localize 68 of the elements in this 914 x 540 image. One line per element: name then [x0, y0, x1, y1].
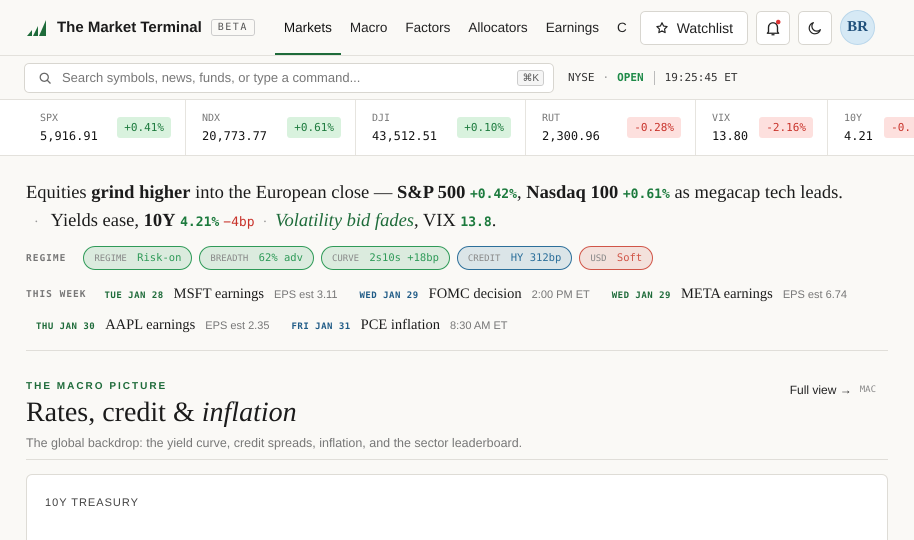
shortcut-key: ⌘K [517, 70, 544, 86]
ticker-symbol: DJI [372, 112, 392, 124]
market-status: OPEN [617, 71, 644, 84]
notifications-button[interactable] [756, 10, 790, 44]
event-detail: 2:00 PM ET [532, 289, 590, 301]
theme-toggle-button[interactable] [798, 10, 832, 44]
nav-tab[interactable]: C [608, 2, 636, 55]
event-detail: EPS est 3.11 [274, 289, 338, 301]
change-badge: +0.41% [117, 117, 171, 138]
beta-badge: BETA [210, 19, 255, 36]
event-title: PCE inflation [360, 317, 440, 334]
watchlist-button[interactable]: Watchlist [640, 10, 748, 44]
change-badge: -0.28% [627, 117, 681, 138]
event-date: WED JAN 29 [359, 291, 419, 301]
regime-chip: BREADTH 62% adv [199, 246, 314, 270]
nav-tab[interactable]: Allocators [459, 2, 537, 55]
full-view-link[interactable]: Full view → [790, 383, 852, 397]
event-title: FOMC decision [428, 286, 522, 303]
event-title: MSFT earnings [174, 286, 264, 303]
nav-tab[interactable]: Markets [274, 2, 341, 55]
event-date: THU JAN 30 [36, 322, 96, 332]
ticker-price: 2,300.96 [542, 128, 600, 142]
regime-chip: REGIME Risk-on [83, 246, 192, 270]
shortcut-key: MAC [860, 385, 876, 395]
regime-chip: USD Soft [579, 246, 654, 270]
event-date: TUE JAN 28 [104, 291, 164, 301]
ticker-symbol: NDX [202, 112, 222, 124]
event-detail: EPS est 6.74 [782, 289, 848, 301]
ticker-symbol: SPX [40, 112, 60, 124]
headline-text: Equities grind higher into the European close — S&P 500 +0.42%, Nasdaq 100 +0.61% as megacap tech leads. · Yields ease, 10Y 4.21% −4bp · Volatility bid fades, VIX 13.8. [26, 182, 844, 233]
star-icon [654, 20, 669, 34]
change-badge: -0. [884, 117, 914, 138]
ticker-price: 5,916.91 [40, 128, 98, 142]
nav-tab[interactable]: Macro [340, 2, 396, 55]
ticker-price: 43,512.51 [372, 128, 438, 142]
event-detail: EPS est 2.35 [205, 320, 270, 332]
event-title: META earnings [680, 286, 773, 303]
ticker-symbol: RUT [542, 112, 562, 124]
ticker-symbol: 10Y [844, 112, 864, 124]
moon-icon [807, 20, 824, 36]
section-eyebrow: THE MACRO PICTURE [26, 381, 168, 392]
regime-chip: CURVE 2s10s +18bp [320, 246, 450, 270]
event-date: FRI JAN 31 [291, 322, 351, 332]
logo-icon [26, 18, 48, 36]
separator-dot: · [602, 71, 610, 84]
card-title: 10Y TREASURY [45, 497, 139, 509]
brand-name[interactable]: The Market Terminal [57, 19, 202, 36]
market-time: 19:25:45 ET [664, 71, 738, 84]
event-detail: 8:30 AM ET [450, 320, 508, 332]
ticker-symbol: VIX [712, 112, 732, 124]
nav-tab[interactable]: Factors [396, 2, 460, 55]
change-badge: +0.10% [457, 117, 511, 138]
event-title: AAPL earnings [105, 317, 196, 334]
avatar[interactable]: BR [840, 10, 876, 45]
week-label: THIS WEEK [26, 289, 86, 300]
search-icon [38, 70, 53, 86]
ticker-price: 13.80 [712, 128, 748, 142]
nav-tab[interactable]: Earnings [536, 2, 608, 55]
event-date: WED JAN 29 [612, 291, 671, 301]
change-badge: +0.61% [287, 117, 341, 138]
regime-chip: CREDIT HY 312bp [456, 246, 572, 270]
section-title: Rates, credit & inflation [26, 396, 298, 430]
section-subtitle: The global backdrop: the yield curve, credit spreads, inflation, and the sector leaderboard. [26, 436, 522, 450]
ticker-price: 20,773.77 [202, 128, 268, 142]
ticker-price: 4.21 [844, 128, 873, 142]
change-badge: -2.16% [759, 117, 813, 138]
exchange-label: NYSE [568, 71, 594, 84]
regime-label: REGIME [26, 252, 66, 264]
